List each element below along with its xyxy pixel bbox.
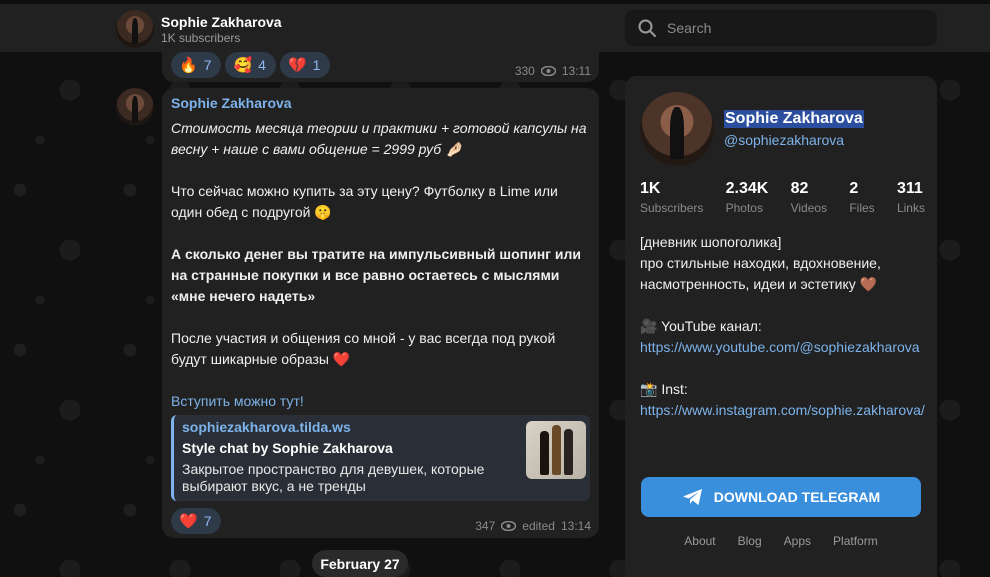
- channel-post: Sophie Zakharova Стоимость месяца теории…: [162, 88, 599, 538]
- message-meta: 347 edited 13:14: [475, 519, 591, 533]
- about-line: про стильные находки, вдохновение, насмо…: [640, 255, 881, 292]
- footer-link-about[interactable]: About: [684, 534, 715, 548]
- stat-label: Videos: [790, 201, 828, 215]
- reaction-count: 7: [203, 57, 212, 73]
- channel-avatar[interactable]: [116, 10, 154, 48]
- reaction-list: 🔥 7 🥰 4 💔 1: [171, 52, 331, 78]
- top-bar: Sophie Zakharova 1K subscribers: [0, 0, 990, 52]
- stats-row: 1K Subscribers 2.34K Photos 82 Videos 2 …: [640, 180, 925, 215]
- view-count: 330: [514, 64, 535, 78]
- stat-label: Subscribers: [640, 201, 704, 215]
- footer-link-blog[interactable]: Blog: [738, 534, 762, 548]
- youtube-label: 🎥 YouTube канал:: [640, 318, 762, 334]
- reaction-smiling-hearts[interactable]: 🥰 4: [225, 52, 276, 78]
- reaction-count: 4: [258, 57, 266, 73]
- reaction-fire[interactable]: 🔥 7: [171, 52, 222, 78]
- stat-photos: 2.34K Photos: [726, 180, 769, 215]
- edited-label: edited: [522, 519, 555, 533]
- heart-icon: ❤️: [179, 513, 198, 530]
- instagram-label: 📸 Inst:: [640, 381, 688, 397]
- link-preview[interactable]: sophiezakharova.tilda.ws Style chat by S…: [171, 415, 590, 501]
- footer-link-platform[interactable]: Platform: [833, 534, 878, 548]
- download-label: DOWNLOAD TELEGRAM: [713, 489, 881, 505]
- channel-info-panel: Sophie Zakharova @sophiezakharova 1K Sub…: [625, 76, 937, 577]
- channel-subscribers: 1K subscribers: [161, 31, 241, 45]
- post-paragraph: А сколько денег вы тратите на импульсивн…: [171, 246, 581, 304]
- preview-title: Style chat by Sophie Zakharova: [182, 440, 393, 456]
- author-avatar[interactable]: [116, 88, 154, 126]
- date-separator: February 27: [312, 550, 408, 577]
- stat-label: Files: [849, 201, 875, 215]
- footer-links: About Blog Apps Platform: [625, 534, 937, 548]
- previous-message: 🔥 7 🥰 4 💔 1 330 13:11: [162, 48, 599, 82]
- preview-description: Закрытое пространство для девушек, котор…: [182, 461, 485, 494]
- search-box[interactable]: [625, 10, 937, 46]
- message-time: 13:14: [560, 519, 591, 533]
- reaction-count: 1: [312, 57, 321, 73]
- stat-label: Photos: [725, 201, 763, 215]
- reaction-count: 7: [203, 513, 212, 529]
- instagram-link[interactable]: https://www.instagram.com/sophie.zakharo…: [640, 402, 925, 418]
- smiling-hearts-icon: 🥰: [233, 57, 253, 74]
- preview-site: sophiezakharova.tilda.ws: [182, 419, 351, 435]
- message-time: 13:11: [561, 64, 591, 78]
- channel-description: [дневник шопоголика] про стильные находк…: [640, 232, 925, 421]
- search-icon: [638, 19, 656, 37]
- stat-value: 311: [896, 180, 923, 197]
- stat-links: 311 Links: [897, 180, 925, 215]
- stat-label: Links: [896, 201, 925, 215]
- profile-avatar: [640, 92, 714, 166]
- preview-thumbnail: [526, 421, 586, 479]
- stat-value: 2.34K: [725, 180, 769, 197]
- reaction-list: ❤️ 7: [171, 508, 222, 534]
- broken-heart-icon: 💔: [287, 57, 307, 74]
- telegram-plane-icon: [682, 489, 702, 505]
- channel-title[interactable]: Sophie Zakharova: [161, 14, 282, 30]
- footer-link-apps[interactable]: Apps: [784, 534, 811, 548]
- stat-value: 82: [790, 180, 809, 197]
- stat-subscribers: 1K Subscribers: [640, 180, 703, 215]
- stat-value: 2: [849, 180, 859, 197]
- stat-files: 2 Files: [849, 180, 874, 215]
- post-author[interactable]: Sophie Zakharova: [171, 95, 292, 111]
- reaction-heart[interactable]: ❤️ 7: [171, 508, 222, 534]
- fire-icon: 🔥: [179, 57, 198, 74]
- profile-handle[interactable]: @sophiezakharova: [724, 132, 844, 148]
- post-paragraph: Стоимость месяца теории и практики + гот…: [171, 120, 587, 157]
- view-count: 347: [475, 519, 496, 533]
- profile-name: Sophie Zakharova: [724, 110, 864, 128]
- post-paragraph: Что сейчас можно купить за эту цену? Фут…: [171, 183, 558, 220]
- message-meta: 330 13:11: [515, 64, 591, 78]
- stat-value: 1K: [640, 180, 661, 197]
- youtube-link[interactable]: https://www.youtube.com/@sophiezakharova: [640, 339, 920, 355]
- eye-icon: [540, 66, 556, 76]
- post-paragraph: После участия и общения со мной - у вас …: [171, 330, 556, 367]
- search-input[interactable]: [667, 20, 917, 36]
- download-telegram-button[interactable]: DOWNLOAD TELEGRAM: [641, 477, 921, 517]
- reaction-broken-heart[interactable]: 💔 1: [279, 52, 331, 78]
- post-text: Стоимость месяца теории и практики + гот…: [171, 118, 591, 412]
- stat-videos: 82 Videos: [791, 180, 827, 215]
- about-line: [дневник шопоголика]: [640, 234, 782, 250]
- eye-icon: [501, 521, 517, 531]
- join-link[interactable]: Вступить можно тут!: [171, 391, 591, 412]
